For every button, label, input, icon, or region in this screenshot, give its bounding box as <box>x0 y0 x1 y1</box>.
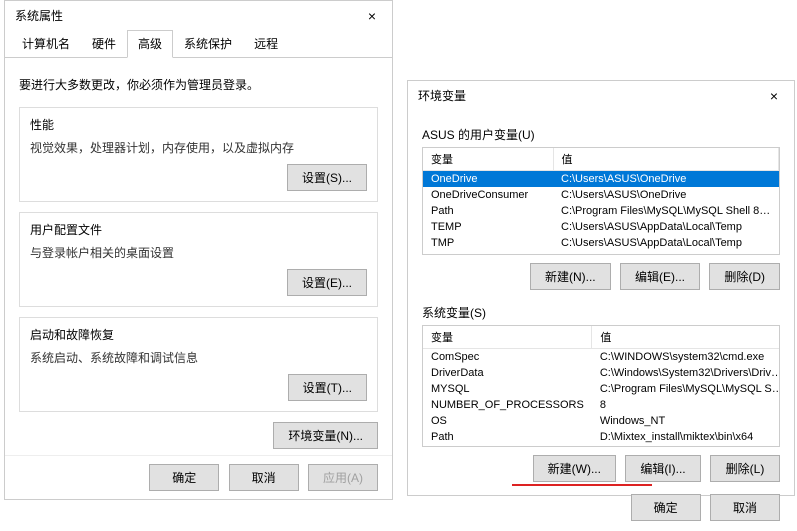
user-profiles-group: 用户配置文件 与登录帐户相关的桌面设置 设置(E)... <box>19 212 378 307</box>
tab-advanced[interactable]: 高级 <box>127 30 173 58</box>
sys-edit-button[interactable]: 编辑(I)... <box>625 455 700 482</box>
env-bottom-buttons: 确定 取消 <box>422 488 780 521</box>
tab-system-protection[interactable]: 系统保护 <box>173 30 243 57</box>
user-buttons-row: 新建(N)... 编辑(E)... 删除(D) <box>422 263 780 290</box>
tab-remote[interactable]: 远程 <box>243 30 289 57</box>
cell-variable: DriverData <box>423 365 592 381</box>
performance-desc: 视觉效果，处理器计划，内存使用，以及虚拟内存 <box>30 139 367 156</box>
table-row[interactable]: OSWindows_NT <box>423 413 780 429</box>
table-row[interactable]: OneDriveC:\Users\ASUS\OneDrive <box>423 171 779 188</box>
table-row[interactable]: NUMBER_OF_PROCESSORS8 <box>423 397 780 413</box>
tab-hardware[interactable]: 硬件 <box>81 30 127 57</box>
sys-edit-label: 编辑(I)... <box>640 462 685 476</box>
user-profiles-settings-button[interactable]: 设置(E)... <box>287 269 367 296</box>
cell-variable: OneDrive <box>423 171 553 188</box>
cell-variable: NUMBER_OF_PROCESSORS <box>423 397 592 413</box>
cancel-button[interactable]: 取消 <box>229 464 299 491</box>
tab-bar: 计算机名 硬件 高级 系统保护 远程 <box>5 30 392 58</box>
apply-button[interactable]: 应用(A) <box>308 464 378 491</box>
cell-variable: OS <box>423 413 592 429</box>
table-header-row: 变量 值 <box>423 326 780 349</box>
cell-variable: OneDriveConsumer <box>423 187 553 203</box>
cell-value: C:\Users\ASUS\OneDrive <box>553 171 779 188</box>
sys-vars-label: 系统变量(S) <box>422 304 780 321</box>
cell-variable: ComSpec <box>423 349 592 366</box>
cell-variable: Path <box>423 429 592 445</box>
sys-buttons-row: 新建(W)... 编辑(I)... 删除(L) <box>422 455 780 482</box>
env-title-text: 环境变量 <box>418 87 466 104</box>
sys-vars-table-wrap[interactable]: 变量 值 ComSpecC:\WINDOWS\system32\cmd.exeD… <box>422 325 780 447</box>
startup-group: 启动和故障恢复 系统启动、系统故障和调试信息 设置(T)... <box>19 317 378 412</box>
sysprops-bottom-buttons: 确定 取消 应用(A) <box>5 455 392 499</box>
sys-new-button[interactable]: 新建(W)... <box>533 455 616 482</box>
cell-value: C:\Users\ASUS\AppData\Local\Temp <box>553 219 779 235</box>
env-vars-dialog: 环境变量 × ASUS 的用户变量(U) 变量 值 OneDriveC:\Use… <box>407 80 795 496</box>
env-titlebar: 环境变量 × <box>408 81 794 110</box>
sys-vars-table: 变量 值 ComSpecC:\WINDOWS\system32\cmd.exeD… <box>423 326 780 447</box>
annotation-underline <box>512 484 652 486</box>
cell-variable: TEMP <box>423 219 553 235</box>
cell-value: Windows_NT <box>592 413 780 429</box>
cell-value: C:\Program Files\MySQL\MySQL Server 8.0\… <box>592 381 780 397</box>
cell-value: C:\Windows\System32\Drivers\DriverData <box>592 365 780 381</box>
col-variable[interactable]: 变量 <box>423 148 553 171</box>
system-properties-dialog: 系统属性 × 计算机名 硬件 高级 系统保护 远程 要进行大多数更改，你必须作为… <box>4 0 393 500</box>
table-row[interactable]: PATHEXT.COM;.EXE;.BAT;.CMD;.VBS;.VBE;.JS… <box>423 445 780 447</box>
cell-variable: PATHEXT <box>423 445 592 447</box>
user-vars-table-wrap[interactable]: 变量 值 OneDriveC:\Users\ASUS\OneDriveOneDr… <box>422 147 780 255</box>
user-delete-button[interactable]: 删除(D) <box>709 263 780 290</box>
cell-value: C:\WINDOWS\system32\cmd.exe <box>592 349 780 366</box>
performance-group: 性能 视觉效果，处理器计划，内存使用，以及虚拟内存 设置(S)... <box>19 107 378 202</box>
cell-value: C:\Program Files\MySQL\MySQL Shell 8.0\b… <box>553 203 779 219</box>
close-icon[interactable]: × <box>764 88 784 104</box>
env-cancel-button[interactable]: 取消 <box>710 494 780 521</box>
table-row[interactable]: PathC:\Program Files\MySQL\MySQL Shell 8… <box>423 203 779 219</box>
user-new-button[interactable]: 新建(N)... <box>530 263 611 290</box>
tab-computer-name[interactable]: 计算机名 <box>11 30 81 57</box>
cell-value: C:\Users\ASUS\AppData\Local\Temp <box>553 235 779 251</box>
startup-desc: 系统启动、系统故障和调试信息 <box>30 349 367 366</box>
env-ok-button[interactable]: 确定 <box>631 494 701 521</box>
startup-settings-button[interactable]: 设置(T)... <box>288 374 367 401</box>
table-row[interactable]: TEMPC:\Users\ASUS\AppData\Local\Temp <box>423 219 779 235</box>
col-value[interactable]: 值 <box>592 326 780 349</box>
env-content: ASUS 的用户变量(U) 变量 值 OneDriveC:\Users\ASUS… <box>408 110 794 531</box>
col-variable[interactable]: 变量 <box>423 326 592 349</box>
cell-value: C:\Users\ASUS\OneDrive <box>553 187 779 203</box>
table-row[interactable]: ComSpecC:\WINDOWS\system32\cmd.exe <box>423 349 780 366</box>
user-vars-table: 变量 值 OneDriveC:\Users\ASUS\OneDriveOneDr… <box>423 148 779 251</box>
cell-variable: Path <box>423 203 553 219</box>
cell-variable: MYSQL <box>423 381 592 397</box>
performance-settings-button[interactable]: 设置(S)... <box>287 164 367 191</box>
table-row[interactable]: OneDriveConsumerC:\Users\ASUS\OneDrive <box>423 187 779 203</box>
close-icon[interactable]: × <box>362 8 382 24</box>
user-profiles-title: 用户配置文件 <box>30 221 367 238</box>
table-row[interactable]: TMPC:\Users\ASUS\AppData\Local\Temp <box>423 235 779 251</box>
advanced-content: 要进行大多数更改，你必须作为管理员登录。 性能 视觉效果，处理器计划，内存使用，… <box>5 58 392 459</box>
table-header-row: 变量 值 <box>423 148 779 171</box>
user-profiles-desc: 与登录帐户相关的桌面设置 <box>30 244 367 261</box>
dialog-title-text: 系统属性 <box>15 7 63 24</box>
cell-value: 8 <box>592 397 780 413</box>
dialog-titlebar: 系统属性 × <box>5 1 392 30</box>
table-row[interactable]: PathD:\Mixtex_install\miktex\bin\x64 <box>423 429 780 445</box>
ok-button[interactable]: 确定 <box>149 464 219 491</box>
startup-title: 启动和故障恢复 <box>30 326 367 343</box>
table-row[interactable]: DriverDataC:\Windows\System32\Drivers\Dr… <box>423 365 780 381</box>
table-row[interactable]: MYSQLC:\Program Files\MySQL\MySQL Server… <box>423 381 780 397</box>
intro-text: 要进行大多数更改，你必须作为管理员登录。 <box>19 76 378 93</box>
user-vars-label: ASUS 的用户变量(U) <box>422 126 780 143</box>
cell-variable: TMP <box>423 235 553 251</box>
user-edit-button[interactable]: 编辑(E)... <box>620 263 700 290</box>
cell-value: .COM;.EXE;.BAT;.CMD;.VBS;.VBE;.JS;.JSE;.… <box>592 445 780 447</box>
cell-value: D:\Mixtex_install\miktex\bin\x64 <box>592 429 780 445</box>
performance-title: 性能 <box>30 116 367 133</box>
col-value[interactable]: 值 <box>553 148 779 171</box>
env-vars-button[interactable]: 环境变量(N)... <box>273 422 378 449</box>
sys-delete-button[interactable]: 删除(L) <box>710 455 780 482</box>
